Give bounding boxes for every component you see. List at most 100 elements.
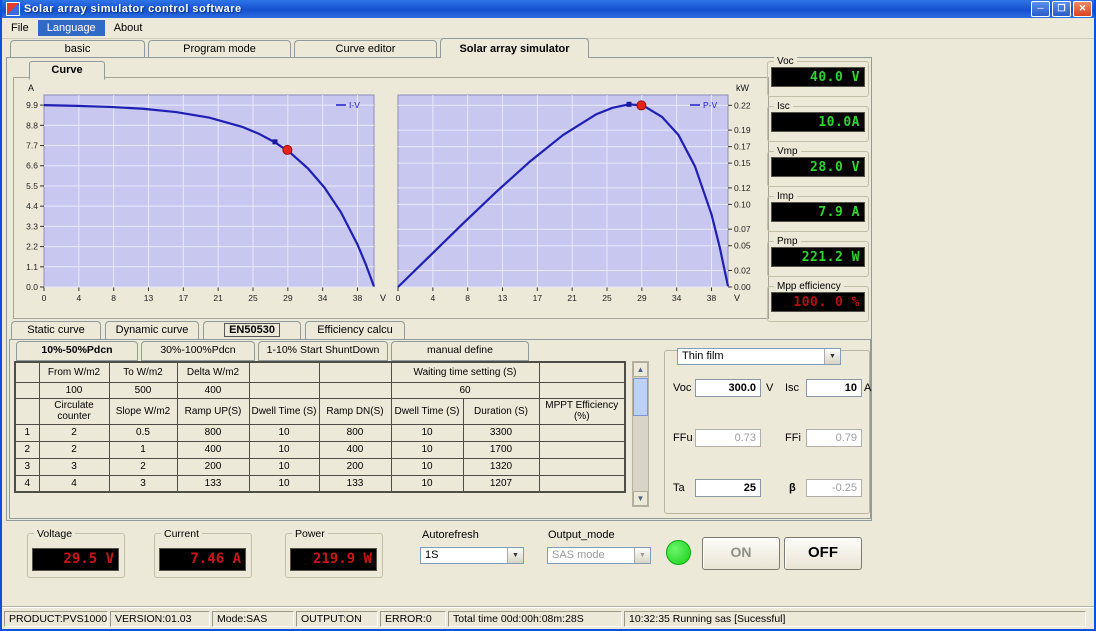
main-tab-strip: basic Program mode Curve editor Solar ar… [10,40,589,58]
chart-legend: P-V [703,100,718,110]
pmp-display: 221.2 W [771,247,865,267]
status-running-message: 10:32:35 Running sas [Sucessful] [624,611,1086,627]
table-cell: Duration (S) [463,398,539,424]
ffi-param-input[interactable] [806,429,862,447]
table-cell: To W/m2 [109,362,177,382]
title-bar: Solar array simulator control software ─… [2,0,1094,18]
on-button[interactable]: ON [702,537,780,570]
tab-efficiency-calcu[interactable]: Efficiency calcu [305,321,405,340]
readout-label: Isc [774,101,793,112]
readout-isc: Isc 10.0A [767,106,869,142]
table-cell [539,362,625,382]
tab-start-shuntdown[interactable]: 1-10% Start ShuntDown [258,341,388,361]
readout-label: Mpp efficiency [774,281,844,292]
table-row: 33220010200101320 [15,458,625,475]
close-button[interactable]: ✕ [1073,1,1092,17]
minimize-button[interactable]: ─ [1031,1,1050,17]
svg-text:7.7: 7.7 [26,141,38,151]
table-scrollbar[interactable]: ▲ ▼ [632,361,649,507]
iv-curve-svg: 048131721252934389.98.87.76.65.54.43.32.… [14,81,390,313]
app-window: Solar array simulator control software ─… [0,0,1096,631]
chevron-down-icon[interactable]: ▼ [634,548,650,563]
chevron-down-icon[interactable]: ▼ [824,349,840,364]
svg-text:0.0: 0.0 [26,282,38,292]
pdcn-tab-strip: 10%-50%Pdcn 30%-100%Pdcn 1-10% Start Shu… [16,341,529,360]
beta-param-label: β [789,482,796,494]
table-cell: 4 [39,475,109,492]
voc-param-label: Voc [673,382,691,394]
table-cell: 200 [319,458,391,475]
y-axis-unit-label: kW [736,83,750,93]
svg-text:0.19: 0.19 [734,125,751,135]
tab-program-mode[interactable]: Program mode [148,40,291,58]
isc-param-input[interactable] [806,379,862,397]
output-mode-select[interactable]: SAS mode ▼ [547,547,651,564]
svg-text:0.10: 0.10 [734,199,751,209]
table-cell: 10 [391,475,463,492]
table-cell [15,382,39,398]
tab-solar-array-simulator[interactable]: Solar array simulator [440,38,589,58]
tab-manual-define[interactable]: manual define [391,341,529,361]
table-cell: 400 [177,441,249,458]
maximize-button[interactable]: ❐ [1052,1,1071,17]
mpp-efficiency-display: 100. 0 % [771,292,865,312]
tab-basic[interactable]: basic [10,40,145,58]
ta-param-label: Ta [673,482,685,494]
table-row: 120.580010800103300 [15,424,625,441]
svg-text:29: 29 [637,293,647,303]
scroll-up-icon[interactable]: ▲ [633,362,648,377]
menu-language[interactable]: Language [38,20,105,36]
ffi-param-label: FFi [785,432,801,444]
module-type-select[interactable]: Thin film ▼ [677,348,841,365]
tab-curve-editor[interactable]: Curve editor [294,40,437,58]
svg-text:4.4: 4.4 [26,201,38,211]
menu-file[interactable]: File [2,20,38,36]
scroll-thumb[interactable] [633,378,648,416]
tab-30-100-pdcn[interactable]: 30%-100%Pdcn [141,341,255,361]
tab-static-curve[interactable]: Static curve [11,321,101,340]
svg-text:0.05: 0.05 [734,241,751,251]
tab-10-50-pdcn[interactable]: 10%-50%Pdcn [16,341,138,361]
table-cell: 400 [319,441,391,458]
svg-text:0.02: 0.02 [734,265,751,275]
imp-display: 7.9 A [771,202,865,222]
voc-param-input[interactable] [695,379,761,397]
table-cell: 3300 [463,424,539,441]
off-button[interactable]: OFF [784,537,862,570]
svg-text:0: 0 [396,293,401,303]
svg-text:0: 0 [42,293,47,303]
table-cell [539,382,625,398]
isc-param-label: Isc [785,382,799,394]
ffu-param-input[interactable] [695,429,761,447]
scroll-down-icon[interactable]: ▼ [633,491,648,506]
table-cell: From W/m2 [39,362,109,382]
output-status-led [666,540,691,565]
power-group: Power 219.9 W [285,533,383,578]
mpp-marker [627,102,632,107]
table-row: 10050040060 [15,382,625,398]
table-cell [539,424,625,441]
svg-text:8: 8 [111,293,116,303]
table-cell [15,398,39,424]
svg-text:0.00: 0.00 [734,282,751,292]
tab-curve[interactable]: Curve [29,61,105,80]
chevron-down-icon[interactable]: ▼ [507,548,523,563]
ta-param-input[interactable] [695,479,761,497]
beta-param-input[interactable] [806,479,862,497]
menu-about[interactable]: About [105,20,152,36]
table-cell: 800 [319,424,391,441]
table-cell [539,441,625,458]
readout-label: Vmp [774,146,801,157]
isc-param-unit: A [864,382,871,394]
tab-dynamic-curve[interactable]: Dynamic curve [105,321,199,340]
status-bar: PRODUCT:PVS1000 VERSION:01.03 Mode:SAS O… [2,607,1094,630]
table-cell: Ramp DN(S) [319,398,391,424]
table-cell: 2 [15,441,39,458]
table-cell: 800 [177,424,249,441]
autorefresh-select[interactable]: 1S ▼ [420,547,524,564]
svg-text:21: 21 [567,293,577,303]
tab-en50530[interactable]: EN50530 [203,321,301,340]
voltage-group: Voltage 29.5 V [27,533,125,578]
output-mode-label: Output_mode [548,529,615,541]
mpp-marker [273,139,278,144]
